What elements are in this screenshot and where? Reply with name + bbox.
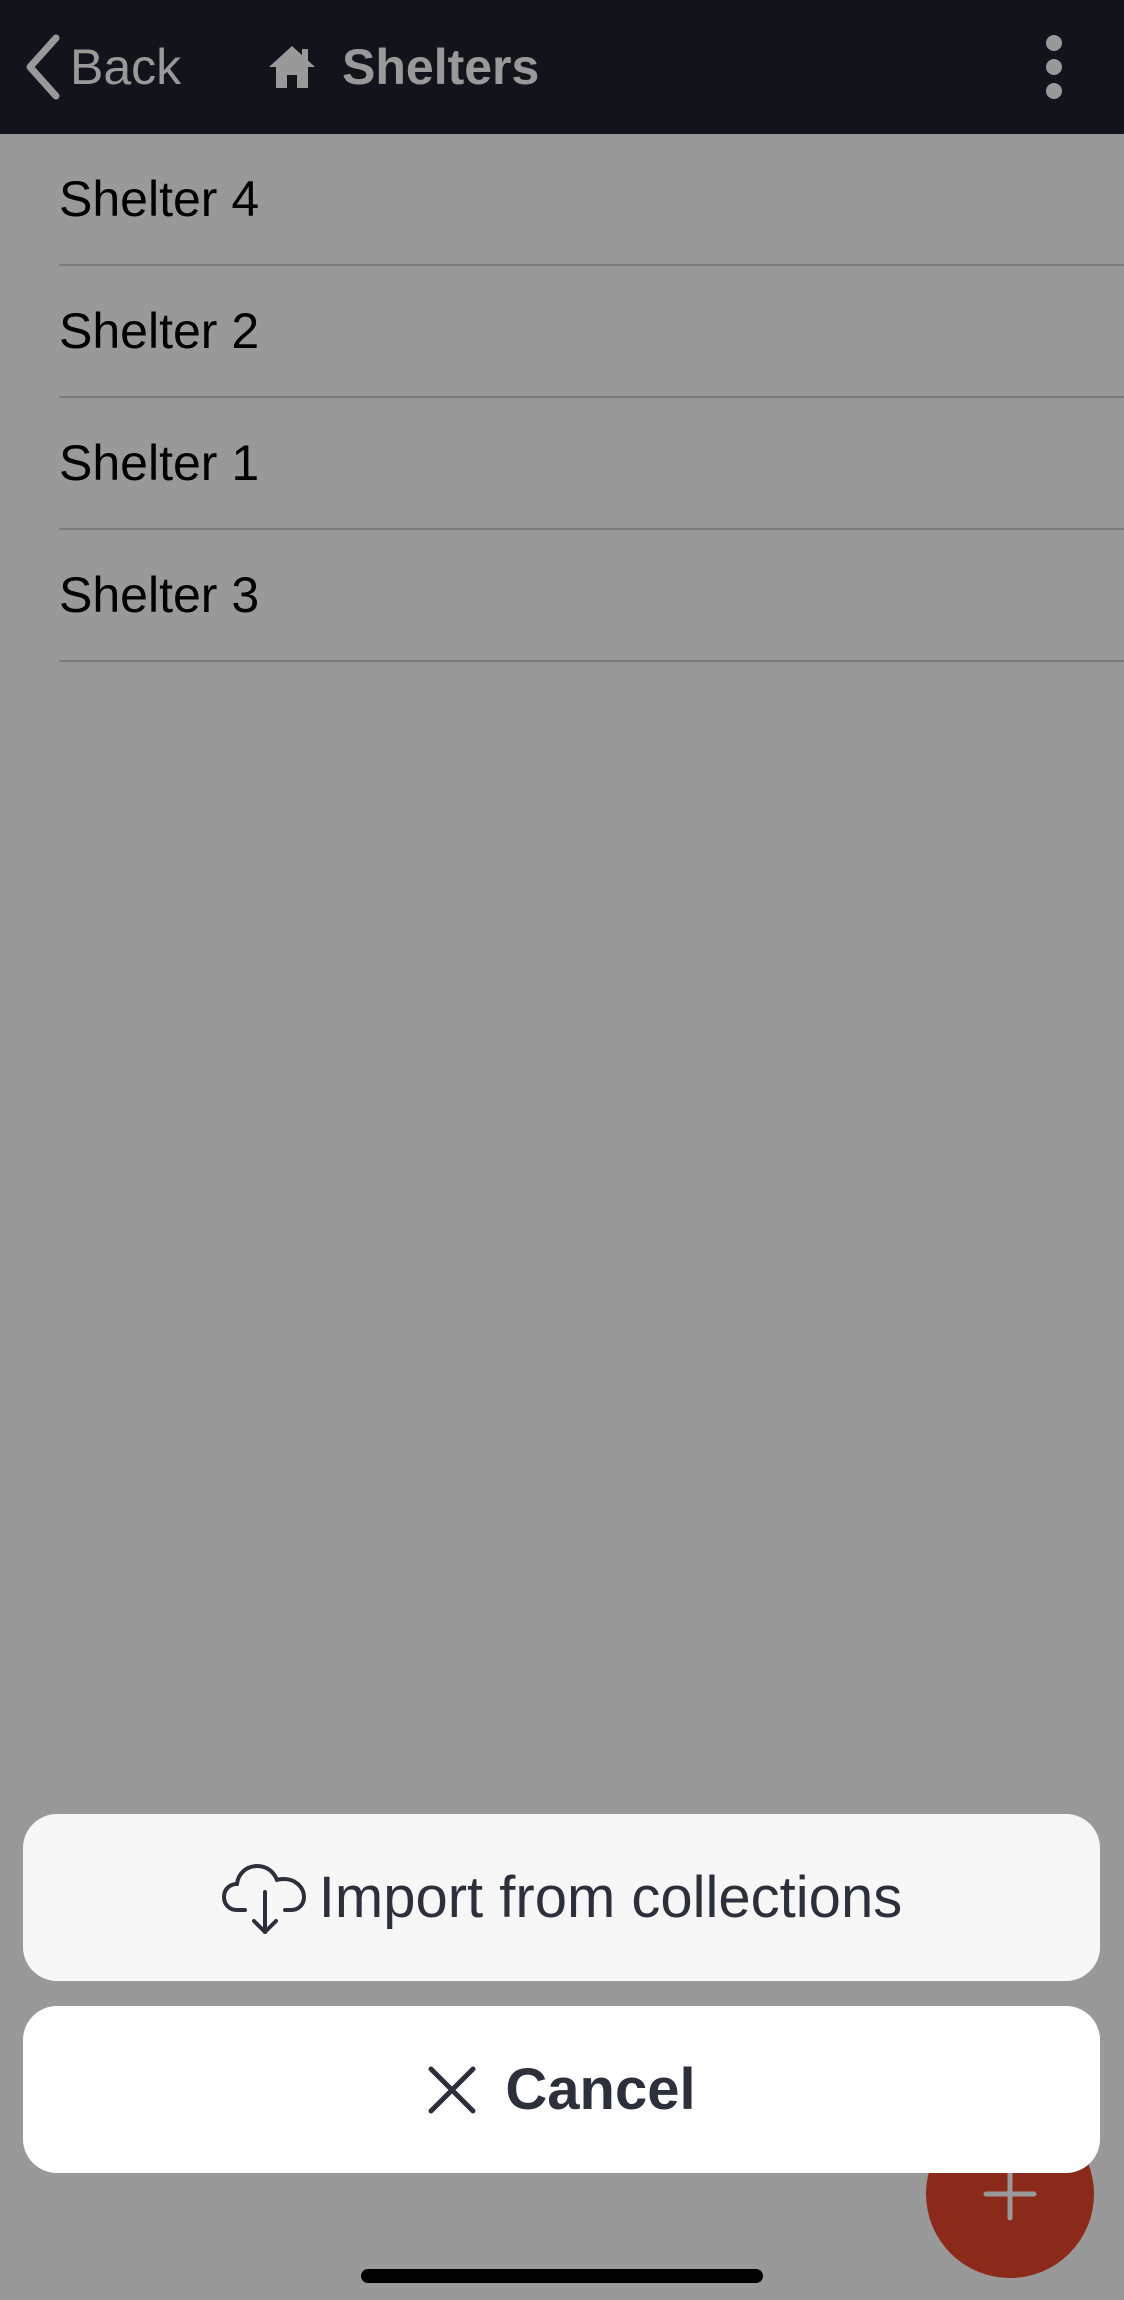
cancel-button[interactable]: Cancel	[23, 2006, 1100, 2173]
home-indicator[interactable]	[361, 2269, 763, 2283]
import-from-collections-button[interactable]: Import from collections	[23, 1814, 1100, 1981]
cancel-label: Cancel	[505, 2056, 696, 2122]
import-label: Import from collections	[318, 1864, 903, 1930]
close-icon	[427, 2065, 477, 2115]
cloud-download-icon	[221, 1860, 309, 1936]
